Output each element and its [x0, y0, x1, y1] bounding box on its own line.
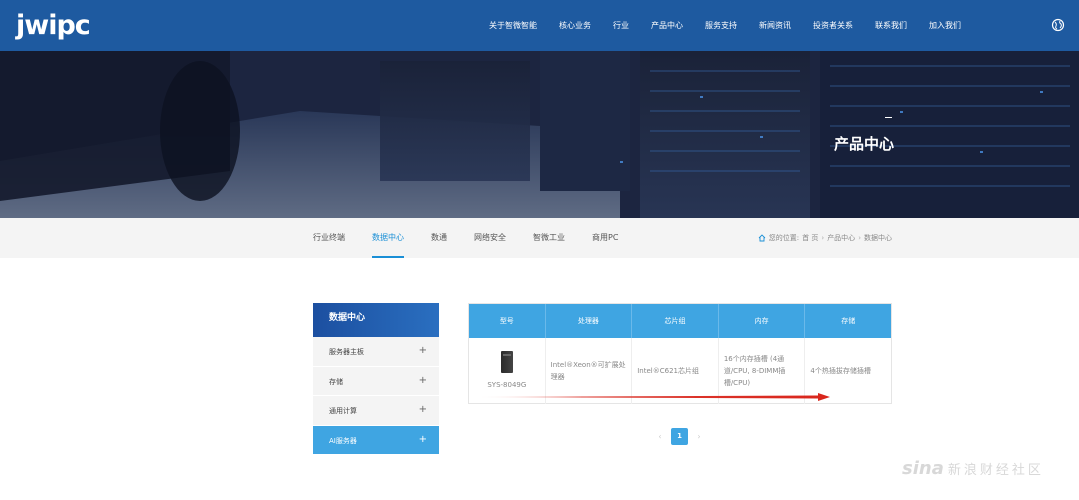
breadcrumb: 您的位置: 首 页 › 产品中心 › 数据中心 — [758, 218, 892, 258]
breadcrumb-products[interactable]: 产品中心 — [827, 233, 855, 243]
main-nav: 关于智微智能 核心业务 行业 产品中心 服务支持 新闻资讯 投资者关系 联系我们… — [478, 0, 972, 51]
breadcrumb-home[interactable]: 首 页 — [802, 233, 818, 243]
column-header-memory: 内存 — [719, 304, 806, 338]
home-icon — [758, 234, 766, 242]
column-header-chipset: 芯片组 — [632, 304, 719, 338]
nav-item-service[interactable]: 服务支持 — [694, 20, 748, 31]
side-item-storage[interactable]: 存储 + — [313, 366, 439, 396]
nav-item-news[interactable]: 新闻资讯 — [748, 20, 802, 31]
plus-icon[interactable]: + — [419, 375, 427, 386]
hero-banner: 产品中心 — [0, 51, 1079, 218]
side-item-ai-server[interactable]: AI服务器 + — [313, 425, 439, 455]
nav-item-join[interactable]: 加入我们 — [918, 20, 972, 31]
next-page-button[interactable]: › — [694, 432, 704, 441]
side-item-label: 存储 — [329, 377, 343, 386]
nav-item-investors[interactable]: 投资者关系 — [802, 20, 864, 31]
plus-icon[interactable]: + — [419, 404, 427, 415]
jwipc-logo[interactable]: jwipc — [16, 9, 91, 41]
nav-item-core-business[interactable]: 核心业务 — [548, 20, 602, 31]
banner-title: 产品中心 — [834, 135, 895, 153]
column-header-storage: 存储 — [841, 317, 856, 325]
globe-icon[interactable] — [1051, 18, 1065, 32]
nav-item-contact[interactable]: 联系我们 — [864, 20, 918, 31]
side-menu-title: 数据中心 — [313, 303, 439, 337]
breadcrumb-data-center[interactable]: 数据中心 — [864, 233, 892, 243]
plus-icon[interactable]: + — [419, 434, 427, 445]
plus-icon[interactable]: + — [419, 345, 427, 356]
sina-watermark: sina 新浪财经社区 — [902, 458, 1044, 479]
server-product-image[interactable] — [500, 351, 513, 373]
datacenter-background-image — [0, 51, 1079, 218]
watermark-brand: sina — [902, 458, 944, 479]
logo-text: jwipc — [16, 9, 91, 41]
tab-commercial-pc[interactable]: 商用PC — [592, 218, 618, 258]
column-header-processor: 处理器 — [546, 304, 633, 338]
red-arrow-annotation — [478, 393, 830, 401]
nav-item-about[interactable]: 关于智微智能 — [478, 20, 548, 31]
watermark-text: 新浪财经社区 — [947, 463, 1044, 478]
table-header: 型号 处理器 芯片组 内存 存储 — [469, 304, 891, 338]
side-item-label: 通用计算 — [329, 407, 357, 415]
side-menu-title-text: 数据中心 — [329, 313, 366, 323]
chevron-right-icon: › — [821, 234, 825, 242]
chevron-right-icon: › — [858, 234, 861, 242]
pagination: ‹ 1 › — [655, 428, 704, 445]
tab-data-center[interactable]: 数据中心 — [372, 218, 404, 258]
prev-page-button[interactable]: ‹ — [655, 432, 665, 441]
top-header: jwipc 关于智微智能 核心业务 行业 产品中心 服务支持 新闻资讯 投资者关… — [0, 0, 1079, 51]
column-header-model: 型号 — [469, 304, 546, 338]
side-item-label: AI服务器 — [329, 436, 357, 445]
tab-datacom[interactable]: 数通 — [431, 218, 447, 258]
product-table: 型号 处理器 芯片组 内存 存储 SYS-8049G Intel®Xeon®可扩… — [468, 303, 892, 404]
side-item-label: 服务器主板 — [329, 348, 364, 356]
model-name[interactable]: SYS-8049G — [487, 379, 526, 391]
category-tabs: 行业终端 数据中心 数通 网络安全 智微工业 商用PC — [313, 218, 645, 258]
nav-item-products[interactable]: 产品中心 — [640, 20, 694, 31]
side-item-server-board[interactable]: 服务器主板 + — [313, 337, 439, 367]
nav-item-industry[interactable]: 行业 — [602, 20, 640, 31]
breadcrumb-prefix: 您的位置: — [768, 234, 800, 242]
category-tabs-bar: 行业终端 数据中心 数通 网络安全 智微工业 商用PC 您的位置: 首 页 › … — [0, 218, 1079, 258]
side-item-general-compute[interactable]: 通用计算 + — [313, 396, 439, 426]
tab-network-security[interactable]: 网络安全 — [474, 218, 506, 258]
tab-industrial[interactable]: 智微工业 — [533, 218, 565, 258]
page-number-current[interactable]: 1 — [671, 428, 688, 445]
tab-industry-terminal[interactable]: 行业终端 — [313, 218, 345, 258]
side-menu: 数据中心 服务器主板 + 存储 + 通用计算 + AI服务器 + — [313, 303, 439, 455]
title-dash — [885, 117, 892, 118]
